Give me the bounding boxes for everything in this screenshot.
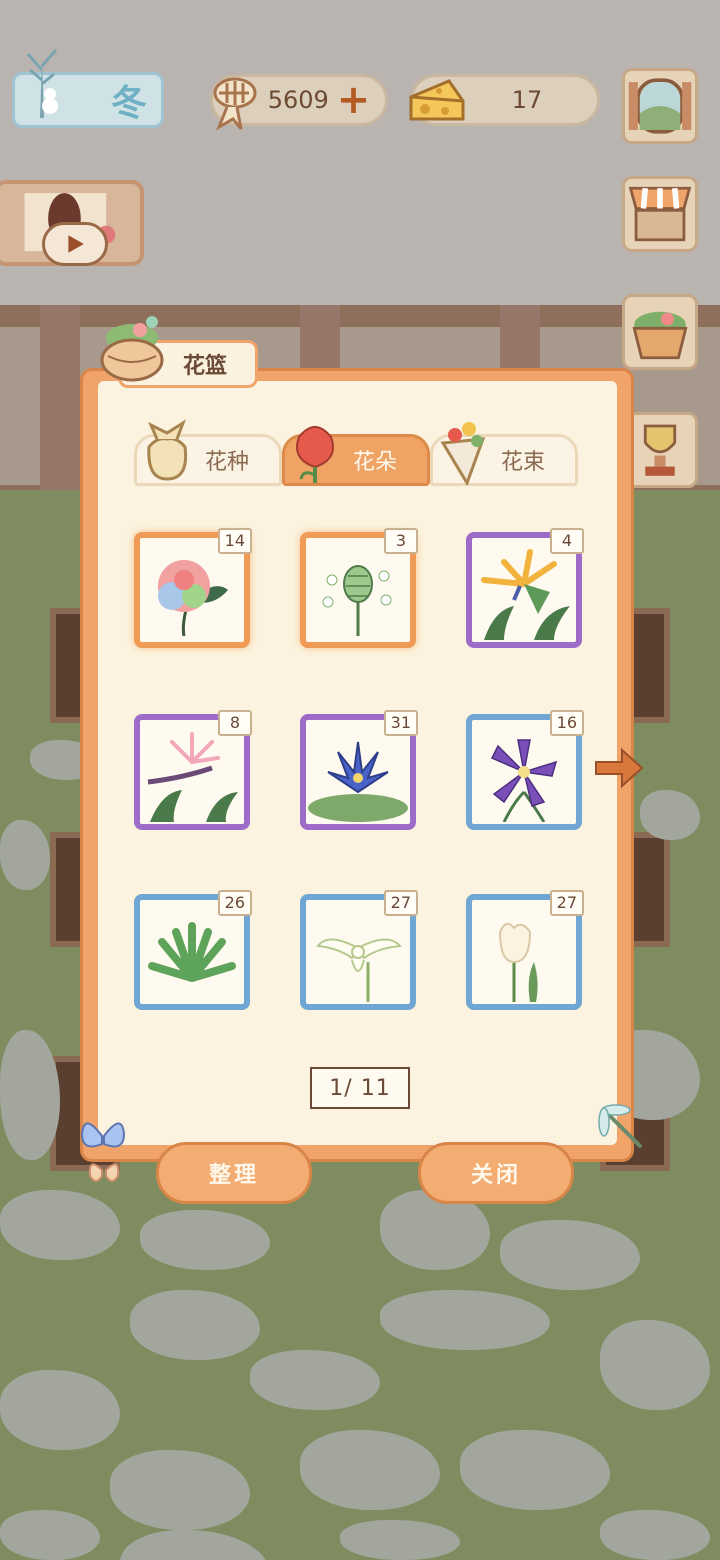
white-tulip-icon — [498, 922, 538, 1002]
tab-flowers[interactable]: 花朵 — [282, 426, 430, 486]
basket-tabs: 花种 花朵 花束 — [134, 419, 578, 486]
tab-seeds-label: 花种 — [204, 450, 249, 475]
watch-video-button[interactable] — [0, 180, 144, 266]
fish-bone-count: 5609 — [267, 86, 329, 114]
shop-button[interactable] — [622, 176, 698, 252]
add-fish-bone-button[interactable]: + — [337, 80, 371, 120]
cheese-icon — [409, 79, 465, 121]
tab-bouquets-label: 花束 — [500, 450, 545, 475]
item-count: 8 — [218, 710, 252, 736]
season-label: 冬 — [110, 83, 147, 124]
tab-bouquets[interactable]: 花束 — [430, 422, 578, 486]
close-button[interactable]: 关闭 — [418, 1142, 574, 1204]
flower-basket-icon — [632, 311, 688, 360]
fish-bone-counter: 5609 + — [210, 74, 388, 131]
play-icon — [42, 222, 108, 266]
background-wall — [0, 0, 720, 330]
blue-water-lily-icon — [308, 741, 408, 822]
flower-slot[interactable]: 3 — [300, 528, 418, 648]
window-icon — [628, 78, 692, 134]
flower-slot[interactable]: 4 — [466, 528, 584, 648]
seed-bag-icon — [147, 419, 188, 481]
item-count: 14 — [217, 528, 252, 554]
red-flower-icon — [296, 426, 334, 483]
window-button[interactable] — [622, 68, 698, 144]
flower-slot[interactable]: 27 — [466, 890, 584, 1010]
item-count: 4 — [550, 528, 584, 554]
flower-slot[interactable]: 26 — [134, 890, 252, 1010]
shop-stall-icon — [628, 186, 692, 242]
organize-button[interactable]: 整理 — [156, 1142, 312, 1204]
pink-bird-of-paradise-icon — [147, 732, 238, 822]
green-artichoke-flower-icon — [322, 565, 392, 636]
purple-clematis-icon — [490, 739, 558, 822]
flower-basket-button[interactable] — [622, 294, 698, 370]
fish-bone-icon — [213, 77, 257, 131]
flower-slot[interactable]: 27 — [300, 890, 418, 1010]
winter-tree-icon — [26, 49, 58, 118]
cheese-counter: 17 — [409, 74, 600, 126]
page-indicator: 1/ 11 — [310, 1067, 410, 1109]
butterfly-icon — [80, 1122, 126, 1182]
next-page-arrow[interactable] — [592, 742, 644, 794]
bird-of-paradise-icon — [481, 549, 570, 640]
item-count: 26 — [217, 890, 252, 916]
flower-slot[interactable]: 8 — [134, 710, 252, 830]
trophy-icon — [643, 424, 677, 476]
agave-plant-icon — [148, 922, 236, 982]
item-count: 16 — [549, 710, 584, 736]
rainbow-rose-icon — [158, 560, 228, 637]
item-count: 31 — [383, 710, 418, 736]
dragonfly-icon — [598, 1104, 642, 1148]
tab-flowers-label: 花朵 — [352, 450, 397, 475]
item-count: 3 — [384, 528, 418, 554]
flower-slot[interactable]: 16 — [466, 710, 584, 830]
item-count: 27 — [383, 890, 418, 916]
bouquet-icon — [440, 422, 486, 485]
flower-slot[interactable]: 14 — [134, 528, 252, 648]
flower-slot[interactable]: 31 — [300, 710, 418, 830]
white-egret-orchid-icon — [316, 938, 403, 1002]
flower-basket-icon — [100, 316, 164, 382]
tab-seeds[interactable]: 花种 — [134, 419, 282, 486]
item-count: 27 — [549, 890, 584, 916]
cheese-count: 17 — [511, 86, 543, 114]
